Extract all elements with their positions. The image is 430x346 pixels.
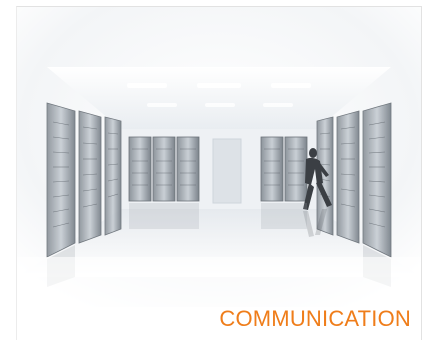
card-caption[interactable]: COMMUNICATION: [219, 306, 411, 332]
server-room-image: [17, 7, 421, 307]
category-card[interactable]: COMMUNICATION: [16, 6, 422, 340]
